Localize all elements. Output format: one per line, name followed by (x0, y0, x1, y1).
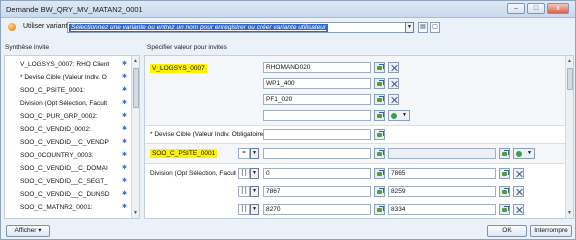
delete-value-icon[interactable] (513, 168, 524, 179)
summary-header: Synthèse invite (5, 44, 50, 51)
division-label: Division (Opt Sélection, Facult (150, 170, 236, 177)
close-button[interactable]: x (547, 3, 569, 14)
select-value-icon[interactable] (374, 62, 385, 73)
operator-dropdown-arrow[interactable]: ▼ (250, 168, 259, 179)
devise-value-field[interactable] (263, 129, 371, 140)
select-value-icon[interactable] (374, 168, 385, 179)
logsys-value-field[interactable]: RHOMAND020 (263, 62, 371, 73)
list-item[interactable]: SOO_C_PUR_GRP_0002: ✱ (5, 110, 131, 123)
variant-bar: Utiliser variante Sélectionnez une varia… (1, 19, 575, 35)
logsys-value-field[interactable] (263, 110, 371, 121)
psite-group: SOO_C_PSITE_0001 = ▼ ▼ (145, 144, 565, 164)
scroll-thumb[interactable] (567, 68, 573, 90)
logsys-group: V_LOGSYS_0007 RHOMAND020 WP1_400 PF1_020… (145, 56, 565, 126)
logsys-value-field[interactable]: WP1_400 (263, 78, 371, 89)
add-value-button[interactable]: ▼ (388, 110, 410, 121)
save-variant-icon[interactable]: ▤ (418, 22, 428, 33)
delete-value-icon[interactable] (388, 94, 399, 105)
list-item[interactable]: SOO_C_MATNR2_0001: ✱ (5, 201, 131, 214)
division-from-field[interactable]: 0 (263, 168, 371, 179)
scroll-up-icon[interactable]: ▲ (133, 58, 138, 64)
division-from-field[interactable]: 7867 (263, 186, 371, 197)
operator-field[interactable]: [ ] (238, 168, 250, 179)
prompt-values-panel: V_LOGSYS_0007 RHOMAND020 WP1_400 PF1_020… (144, 55, 574, 219)
prompt-dialog: Demande BW_QRY_MV_MATAN2_0001 – □ x Util… (0, 0, 576, 240)
delete-value-icon[interactable] (513, 186, 524, 197)
variant-label: Utiliser variante (23, 23, 72, 30)
operator-dropdown-arrow[interactable]: ▼ (250, 148, 259, 159)
select-value-icon[interactable] (499, 148, 510, 159)
values-header: Spécifier valeur pour invites (147, 44, 227, 51)
scroll-up-icon[interactable]: ▲ (567, 58, 572, 64)
delete-value-icon[interactable] (388, 62, 399, 73)
select-value-icon[interactable] (499, 168, 510, 179)
footer-bar: Afficher ▾ OK Interrompre (1, 222, 575, 239)
prompt-summary-list: V_LOGSYS_0007: RHO Client ✱ * Devise Cibl… (4, 55, 140, 219)
select-value-icon[interactable] (374, 110, 385, 121)
list-item[interactable]: Division (Opt Sélection, Facult ✱ (5, 97, 131, 110)
add-value-button[interactable]: ▼ (513, 148, 535, 159)
delete-value-icon[interactable] (513, 204, 524, 215)
list-item[interactable]: * Devise Cible (Valeur Indiv. O ✱ (5, 71, 131, 84)
scroll-down-icon[interactable]: ▼ (567, 210, 572, 216)
variant-icon (8, 23, 16, 31)
scroll-thumb[interactable] (133, 68, 139, 108)
psite-to-field (388, 148, 496, 159)
division-to-field[interactable]: 7865 (388, 168, 496, 179)
select-value-icon[interactable] (374, 148, 385, 159)
select-value-icon[interactable] (499, 186, 510, 197)
psite-value-field[interactable] (263, 148, 371, 159)
select-value-icon[interactable] (374, 204, 385, 215)
right-scrollbar[interactable]: ▲ ▼ (565, 56, 573, 218)
list-item[interactable]: SOO_C_VENDID__C_DUNSD ✱ (5, 188, 131, 201)
maximize-button[interactable]: □ (527, 3, 545, 14)
scroll-down-icon[interactable]: ▼ (133, 210, 138, 216)
psite-label: SOO_C_PSITE_0001 (150, 149, 218, 158)
left-scrollbar[interactable]: ▲ ▼ (131, 56, 139, 218)
division-group: Division (Opt Sélection, Facult [ ] ▼ 0 … (145, 164, 565, 218)
variant-dropdown-arrow[interactable]: ▼ (405, 22, 414, 33)
delete-value-icon[interactable] (388, 78, 399, 89)
list-item[interactable]: SOO_C_VENDID__C_DOMAI ✱ (5, 162, 131, 175)
list-item[interactable]: SOO_C_PSITE_0001: ✱ (5, 84, 131, 97)
select-value-icon[interactable] (374, 186, 385, 197)
list-item[interactable]: SOO_C_VENDID_0002: ✱ (5, 123, 131, 136)
select-value-icon[interactable] (374, 129, 385, 140)
devise-label: * Devise Cible (Valeur Indiv. Obligatoir… (150, 131, 264, 138)
select-value-icon[interactable] (374, 78, 385, 89)
window-title: Demande BW_QRY_MV_MATAN2_0001 (6, 5, 143, 14)
list-item[interactable]: V_LOGSYS_0007: RHO Client ✱ (5, 58, 131, 71)
list-item[interactable]: SOO_C_VENDID__C_VENDP ✱ (5, 136, 131, 149)
minimize-button[interactable]: – (507, 3, 525, 14)
list-item[interactable]: SOO_C_VENDID__C_SEGT_ ✱ (5, 175, 131, 188)
operator-field[interactable]: [ ] (238, 204, 250, 215)
division-from-field[interactable]: 8270 (263, 204, 371, 215)
interrompre-button[interactable]: Interrompre (530, 225, 572, 237)
operator-dropdown-arrow[interactable]: ▼ (250, 186, 259, 197)
title-bar: Demande BW_QRY_MV_MATAN2_0001 – □ x (1, 1, 575, 18)
list-item[interactable]: SOO_0COUNTRY_0003: ✱ (5, 149, 131, 162)
devise-group: * Devise Cible (Valeur Indiv. Obligatoir… (145, 126, 565, 144)
afficher-button[interactable]: Afficher ▾ (6, 225, 50, 237)
division-to-field[interactable]: 8334 (388, 204, 496, 215)
ok-button[interactable]: OK (487, 225, 527, 237)
variant-placeholder: Sélectionnez une variante ou entrez un n… (69, 24, 329, 32)
select-value-icon[interactable] (499, 204, 510, 215)
operator-dropdown-arrow[interactable]: ▼ (250, 204, 259, 215)
logsys-value-field[interactable]: PF1_020 (263, 94, 371, 105)
variant-input[interactable]: Sélectionnez une variante ou entrez un n… (67, 22, 413, 33)
operator-field[interactable]: = (238, 148, 250, 159)
logsys-label: V_LOGSYS_0007 (150, 64, 207, 73)
operator-field[interactable]: [ ] (238, 186, 250, 197)
select-value-icon[interactable] (374, 94, 385, 105)
delete-variant-icon[interactable]: ▢ (430, 22, 440, 33)
division-to-field[interactable]: 8259 (388, 186, 496, 197)
